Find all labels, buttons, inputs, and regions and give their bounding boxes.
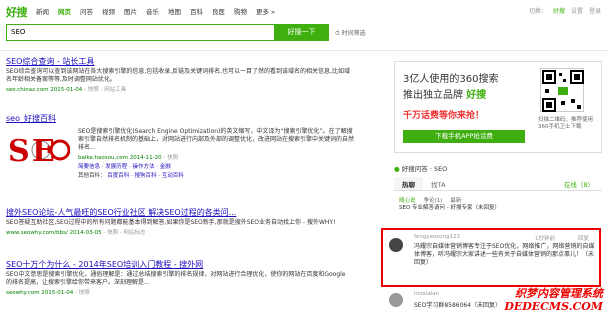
subtab-2[interactable]: 争论(1) xyxy=(424,196,443,204)
result-desc: SEO答疑互助社区,SEO过程中的所有问题都能基本得到解答,如果你是SEO新手,… xyxy=(6,219,336,226)
ad-line3: 千万话费等你来抢！ xyxy=(403,111,485,121)
result-title[interactable]: SEO十万个为什么 - 2014年SEO培训入门教程 - 搜外网 xyxy=(6,259,351,270)
nav-tab[interactable]: 音乐 xyxy=(146,6,159,16)
clock-icon: ⏱ xyxy=(335,30,340,37)
time-filter[interactable]: ⏱ 时间筛选 xyxy=(335,28,366,38)
result-4: SEO十万个为什么 - 2014年SEO培训入门教程 - 搜外网 SEO中文意思… xyxy=(6,259,351,296)
result-url: seo.chinaz.com 2015-01-04 - 快照 - 网站工具 xyxy=(6,87,127,93)
result-url: baike.haosou.com 2014-11-20 - 快照 xyxy=(78,155,179,161)
question-user[interactable]: moxialan xyxy=(414,291,439,297)
nav-tab[interactable]: 网页 xyxy=(58,6,71,16)
nav-tab[interactable]: 问答 xyxy=(80,6,93,16)
search-button[interactable]: 好搜一下 xyxy=(274,24,329,41)
top-nav: 新闻 网页 问答 视频 图片 音乐 地图 百科 良医 购物 更多 » xyxy=(36,6,275,16)
result-title[interactable]: SEO综合查询 - 站长工具 xyxy=(6,56,351,67)
tab-online[interactable]: 在线（8） xyxy=(556,177,602,190)
subtab-1[interactable]: 随心说 xyxy=(399,196,416,204)
question-text[interactable]: 冯耀宗自媒体营销博客专注于SEO优化，网络推广，网络营销的自媒体博客，听冯耀宗大… xyxy=(414,243,597,267)
seo-image[interactable]: S E xyxy=(8,128,71,169)
question-user[interactable]: fengyaozong123 xyxy=(414,234,460,240)
header-divider xyxy=(0,50,609,51)
nav-tab[interactable]: 新闻 xyxy=(36,6,49,16)
download-app-button[interactable]: 下载手机APP抢话费 xyxy=(403,130,525,143)
result-desc: SEO综合查询可以查到该网站在各大搜索引擎的信息,包括收录,反链及关键词排名,也… xyxy=(6,68,350,83)
chat-icon: ● xyxy=(394,165,400,173)
ad-line1: 3亿人使用的360搜索 xyxy=(403,74,499,85)
qr-caption: 扫描二维码，推荐使用360手机卫士下载 xyxy=(538,117,594,130)
nav-tab[interactable]: 图片 xyxy=(124,6,137,16)
site-logo[interactable]: 好搜 xyxy=(6,4,28,20)
tab-find[interactable]: 找TA xyxy=(423,177,453,190)
nav-tab[interactable]: 更多 » xyxy=(256,6,275,16)
watermark-line1: 织梦内容管理系统 xyxy=(515,287,603,300)
qr-code-icon xyxy=(540,68,584,112)
result-2: seo_好搜百科 xyxy=(6,113,351,124)
avatar[interactable] xyxy=(389,238,403,252)
result-url: www.seowhy.com/bbs/ 2014-03-05 - 快照 - 网站… xyxy=(6,230,146,236)
settings-link[interactable]: 设置 xyxy=(571,6,583,15)
question-time: 1秒钟前 xyxy=(535,236,555,242)
nav-tab[interactable]: 购物 xyxy=(234,6,247,16)
nav-tab[interactable]: 地图 xyxy=(168,6,181,16)
result-title[interactable]: 搜外SEO论坛-人气最旺的SEO行业社区 解决SEO过程的各类问... xyxy=(6,207,351,218)
nav-tab[interactable]: 视频 xyxy=(102,6,115,16)
result-title[interactable]: seo_好搜百科 xyxy=(6,113,351,124)
top-right: 切换： 好搜 设置 登录 xyxy=(529,6,601,15)
good-link[interactable]: 好搜 xyxy=(553,6,565,15)
side-header: ● 好搜问答 · SEO xyxy=(394,165,448,173)
watermark-line2: DEDECMS.COM xyxy=(504,300,603,313)
search-input[interactable]: SEO xyxy=(6,24,274,41)
side-subtabs: 随心说 争论(1) 最新 xyxy=(399,196,461,204)
result-3: 搜外SEO论坛-人气最旺的SEO行业社区 解决SEO过程的各类问... SEO答… xyxy=(6,207,351,236)
side-tabs: 热聊 找TA 在线（8） xyxy=(394,177,602,191)
baike-related: 其他百科： 百度百科 · 搜狗百科 · 互动百科 xyxy=(78,173,184,179)
baike-block: SEO是搜索引擎优化(Search Engine Optimization)的英… xyxy=(78,127,354,179)
result-desc: SEO中文意思是搜索引擎优化，通俗理解是：通过总结搜索引擎的排名规律，对网站进行… xyxy=(6,271,346,286)
avatar[interactable] xyxy=(389,293,403,307)
baike-links[interactable]: 简要信息 · 发展历程 · 操作方法 · 金融 xyxy=(78,162,354,170)
nav-tab[interactable]: 良医 xyxy=(212,6,225,16)
result-url: seowhy.com 2015-01-04 - 快照 xyxy=(6,290,90,296)
nav-tab[interactable]: 百科 xyxy=(190,6,203,16)
switch-label: 切换： xyxy=(528,8,547,15)
login-link[interactable]: 登录 xyxy=(589,6,601,15)
ad-line2: 推出独立品牌 好搜 xyxy=(403,90,487,101)
question-1[interactable]: SEO 专业解答请问 - 好搜专家（未回复） xyxy=(399,205,599,212)
tab-hot[interactable]: 热聊 xyxy=(394,177,423,190)
reply-link[interactable]: 回复 xyxy=(578,234,589,242)
subtab-3[interactable]: 最新 xyxy=(450,196,461,204)
result-desc: SEO是搜索引擎优化(Search Engine Optimization)的英… xyxy=(78,128,355,151)
svg-text:S: S xyxy=(8,134,30,168)
result-1: SEO综合查询 - 站长工具 SEO综合查询可以查到该网站在各大搜索引擎的信息,… xyxy=(6,56,351,93)
